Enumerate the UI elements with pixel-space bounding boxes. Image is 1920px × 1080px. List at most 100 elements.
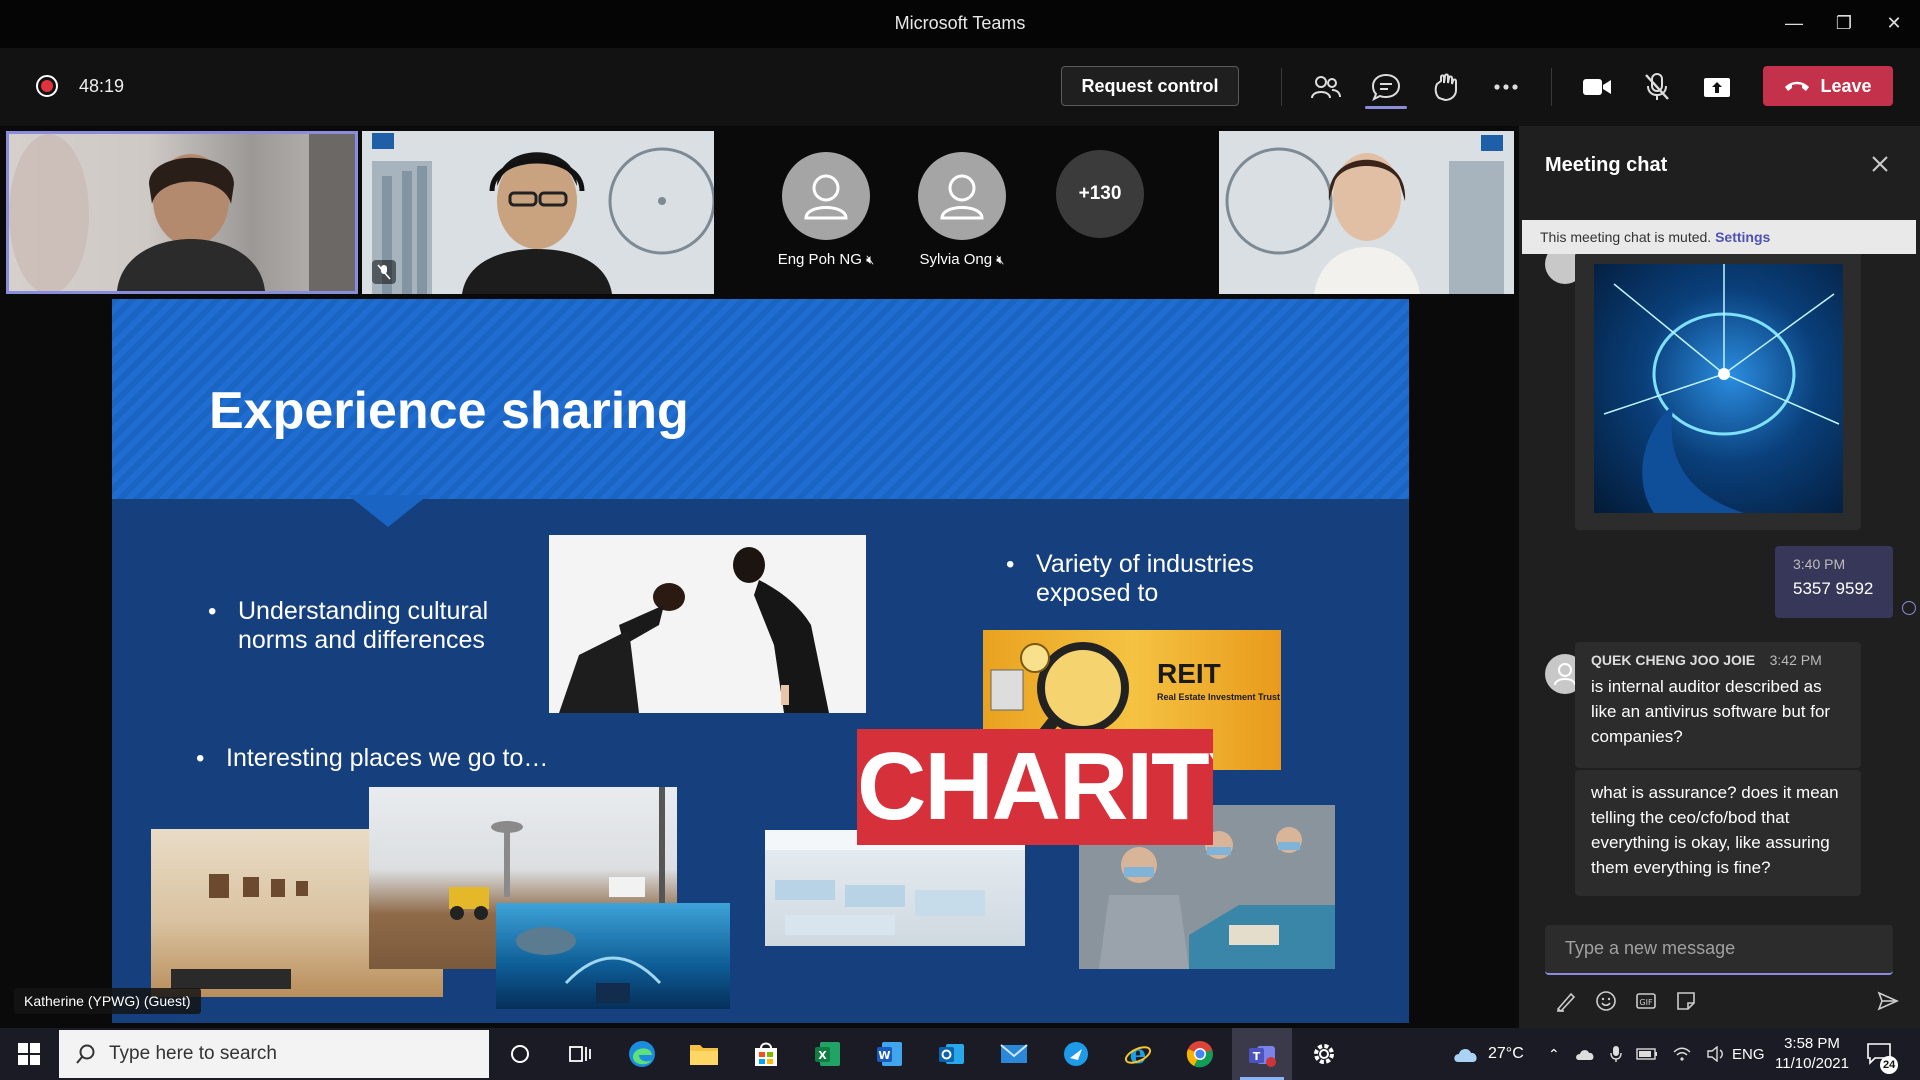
svg-text:W: W bbox=[878, 1049, 890, 1062]
svg-text:GIF: GIF bbox=[1639, 998, 1653, 1007]
more-actions-button[interactable] bbox=[1486, 68, 1526, 106]
restore-button[interactable]: ❐ bbox=[1824, 8, 1864, 38]
participants-button[interactable] bbox=[1306, 68, 1346, 106]
taskbar-mail[interactable] bbox=[984, 1028, 1044, 1080]
slide-title: Experience sharing bbox=[209, 382, 689, 440]
edge-icon bbox=[629, 1041, 655, 1067]
battery-icon[interactable] bbox=[1636, 1048, 1658, 1060]
participant-video-tile[interactable] bbox=[362, 131, 714, 294]
volume-icon[interactable] bbox=[1706, 1046, 1726, 1062]
participant-avatar[interactable] bbox=[782, 152, 870, 240]
svg-text:T: T bbox=[1253, 1050, 1261, 1063]
chat-active-indicator bbox=[1365, 106, 1407, 109]
meeting-chat-panel: Meeting chat This meeting chat is muted.… bbox=[1519, 126, 1920, 1028]
participant-video-scene bbox=[362, 131, 714, 294]
mic-button[interactable] bbox=[1637, 68, 1677, 106]
gif-button[interactable]: GIF bbox=[1631, 986, 1661, 1016]
microphone-icon[interactable] bbox=[1610, 1045, 1622, 1063]
taskbar-edge[interactable] bbox=[612, 1028, 672, 1080]
close-chat-button[interactable] bbox=[1865, 150, 1895, 180]
store-bag-icon bbox=[755, 1042, 777, 1066]
outlook-icon bbox=[939, 1044, 964, 1064]
image-message-card[interactable] bbox=[1575, 252, 1861, 530]
participant-video-silhouette bbox=[9, 134, 355, 291]
mic-muted-icon: 🔇︎ bbox=[866, 252, 875, 267]
format-button[interactable] bbox=[1551, 986, 1581, 1016]
raise-hand-icon bbox=[1434, 73, 1457, 102]
chat-button[interactable] bbox=[1366, 68, 1406, 106]
taskbar-search-input[interactable] bbox=[109, 1043, 469, 1065]
onedrive-cloud-icon[interactable] bbox=[1574, 1047, 1596, 1061]
chat-message-card[interactable]: what is assurance? does it mean telling … bbox=[1575, 770, 1861, 896]
request-control-button[interactable]: Request control bbox=[1061, 66, 1239, 106]
message-input[interactable] bbox=[1565, 938, 1875, 959]
brain-illustration bbox=[1603, 264, 1840, 513]
reactions-button[interactable] bbox=[1426, 68, 1466, 106]
task-view-button[interactable] bbox=[550, 1028, 610, 1080]
chat-message-card[interactable]: QUEK CHENG JOO JOIE 3:42 PM is internal … bbox=[1575, 642, 1861, 768]
more-participants-button[interactable]: +130 bbox=[1056, 150, 1144, 238]
share-button[interactable] bbox=[1697, 68, 1737, 106]
notification-center-button[interactable]: 24 bbox=[1866, 1028, 1899, 1080]
taskbar-outlook[interactable] bbox=[922, 1028, 982, 1080]
minimize-button[interactable]: — bbox=[1774, 8, 1814, 38]
excel-icon: X bbox=[815, 1042, 840, 1066]
weather-widget[interactable]: 27°C bbox=[1452, 1028, 1524, 1080]
taskbar-search-box[interactable] bbox=[59, 1030, 489, 1078]
taskbar-chrome[interactable] bbox=[1170, 1028, 1230, 1080]
camera-button[interactable] bbox=[1577, 68, 1617, 106]
participant-avatar[interactable] bbox=[918, 152, 1006, 240]
taskbar-app[interactable] bbox=[1046, 1028, 1106, 1080]
taskbar-word[interactable]: W bbox=[860, 1028, 920, 1080]
ellipsis-icon bbox=[1494, 84, 1518, 90]
own-message-card[interactable]: 3:40 PM 5357 9592 bbox=[1775, 546, 1893, 618]
emoji-button[interactable] bbox=[1591, 986, 1621, 1016]
mic-muted-icon bbox=[1645, 73, 1669, 100]
taskbar-settings[interactable] bbox=[1294, 1028, 1354, 1080]
chat-settings-link[interactable]: Settings bbox=[1715, 229, 1770, 245]
presenter-name-label: Katherine (YPWG) (Guest) bbox=[14, 988, 201, 1014]
message-time: 3:42 PM bbox=[1769, 652, 1822, 668]
gif-icon: GIF bbox=[1636, 993, 1656, 1009]
notification-count: 24 bbox=[1880, 1056, 1899, 1074]
participant-video-scene bbox=[1219, 131, 1514, 294]
close-window-button[interactable]: ✕ bbox=[1874, 8, 1914, 38]
chat-muted-text: This meeting chat is muted. bbox=[1540, 229, 1712, 245]
message-author: QUEK CHENG JOO JOIE bbox=[1591, 652, 1756, 668]
taskbar-teams[interactable]: T bbox=[1232, 1028, 1292, 1080]
taskbar-store[interactable] bbox=[736, 1028, 796, 1080]
internet-explorer-icon: e bbox=[1124, 1040, 1152, 1068]
mic-muted-icon bbox=[377, 264, 391, 280]
sticker-button[interactable] bbox=[1671, 986, 1701, 1016]
chat-title: Meeting chat bbox=[1545, 154, 1668, 176]
send-button[interactable] bbox=[1873, 986, 1903, 1016]
participant-name-row: Sylvia Ong 🔇︎ bbox=[898, 251, 1026, 268]
input-language[interactable]: ENG bbox=[1732, 1028, 1765, 1080]
leave-button[interactable]: Leave bbox=[1763, 66, 1893, 106]
aquarium-tunnel-image bbox=[496, 903, 730, 1009]
participant-video-tile[interactable] bbox=[1219, 131, 1514, 294]
participant-name: Eng Poh NG bbox=[777, 251, 862, 268]
cortana-button[interactable] bbox=[490, 1028, 550, 1080]
shared-slide: Experience sharing • Understanding cultu… bbox=[112, 299, 1409, 1023]
taskbar-file-explorer[interactable] bbox=[674, 1028, 734, 1080]
people-icon bbox=[1311, 76, 1341, 99]
emoji-icon bbox=[1596, 991, 1616, 1011]
system-tray-icons: ⌃ bbox=[1548, 1028, 1726, 1080]
hospital-beds bbox=[765, 830, 1025, 935]
wifi-icon[interactable] bbox=[1672, 1046, 1692, 1062]
start-button[interactable] bbox=[0, 1028, 58, 1080]
charity-image: CHARITY bbox=[857, 729, 1213, 845]
brain-image[interactable] bbox=[1594, 264, 1843, 513]
chevron-up-icon[interactable]: ⌃ bbox=[1548, 1046, 1560, 1063]
aquarium-scene bbox=[516, 927, 662, 1003]
taskbar-excel[interactable]: X bbox=[798, 1028, 858, 1080]
taskbar-internet-explorer[interactable]: e bbox=[1108, 1028, 1168, 1080]
compose-box[interactable] bbox=[1545, 925, 1893, 975]
slide-bullet: • Interesting places we go to… bbox=[196, 744, 556, 773]
participant-video-tile-active[interactable] bbox=[6, 131, 358, 294]
mic-muted-icon: 🔇︎ bbox=[996, 252, 1005, 267]
taskbar-clock[interactable]: 3:58 PM 11/10/2021 bbox=[1762, 1034, 1862, 1074]
chat-muted-banner: This meeting chat is muted. Settings bbox=[1522, 220, 1916, 254]
weather-temperature: 27°C bbox=[1488, 1045, 1524, 1062]
